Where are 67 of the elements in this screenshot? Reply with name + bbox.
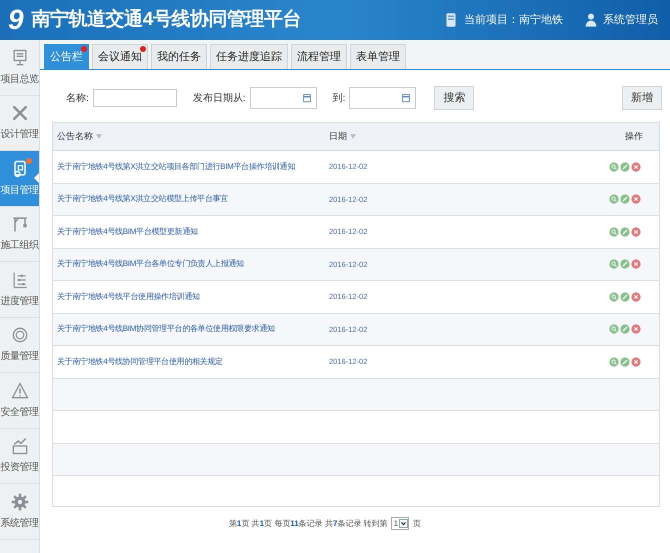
tab[interactable]: 公告栏 (44, 44, 89, 69)
delete-icon[interactable] (631, 259, 641, 270)
edit-icon[interactable] (620, 194, 630, 204)
view-icon[interactable] (609, 292, 619, 302)
calendar-icon (302, 93, 312, 103)
tab[interactable]: 流程管理 (291, 44, 347, 69)
delete-icon[interactable] (631, 194, 641, 204)
field-label: 发布日期从: (192, 92, 246, 106)
view-icon[interactable] (609, 356, 619, 367)
date-field[interactable] (250, 87, 317, 109)
page-label: 页 (413, 518, 422, 530)
edit-icon[interactable] (620, 356, 630, 367)
notice-link[interactable]: 关于南宁地铁4号线第X洪立交站模型上传平台事宜 (53, 193, 329, 206)
tab[interactable]: 任务进度追踪 (210, 44, 288, 69)
edit-icon[interactable] (620, 226, 630, 237)
pagination-summary: 第1页 共1页 每页11条记录 共7条记录 转到第 (228, 518, 388, 530)
logo: 9 (8, 6, 24, 34)
field-label: 名称: (66, 92, 89, 106)
user-icon (583, 11, 599, 29)
tab[interactable]: 表单管理 (350, 44, 406, 69)
calendar-icon (401, 93, 412, 103)
delete-icon[interactable] (631, 292, 641, 302)
settings-icon (10, 492, 30, 512)
notice-link[interactable]: 关于南宁地铁4号线平台使用操作培训通知 (53, 290, 329, 303)
caret-icon (400, 520, 408, 527)
view-icon[interactable] (609, 324, 619, 334)
delete-icon[interactable] (631, 226, 641, 237)
view-icon[interactable] (609, 226, 619, 237)
notice-link[interactable]: 关于南宁地铁4号线BIM平台模型更新通知 (53, 226, 329, 238)
edit-icon[interactable] (620, 324, 630, 334)
user-name[interactable]: 系统管理员 (603, 12, 658, 28)
page-select[interactable]: 1 (390, 517, 410, 530)
notice-link[interactable]: 关于南宁地铁4号线第X洪立交站项目各部门进行BIM平台操作培训通知 (53, 160, 329, 173)
sidebar-item[interactable]: 施工组织 (0, 206, 39, 262)
tab[interactable]: 会议通知 (92, 44, 148, 69)
chart-icon (10, 436, 30, 456)
sidebar-item[interactable]: 投资管理 (0, 428, 39, 484)
warning-icon (10, 380, 30, 401)
edit-icon[interactable] (620, 162, 630, 172)
sidebar-item[interactable]: 质量管理 (0, 318, 39, 373)
field-label: 到: (332, 92, 346, 106)
view-icon[interactable] (609, 259, 619, 270)
current-project: 当前项目：南宁地铁 (464, 12, 563, 28)
add-button[interactable]: 新增 (622, 86, 662, 110)
date-field[interactable] (349, 87, 416, 109)
sidebar-item[interactable]: 设计管理 (0, 96, 39, 151)
edit-icon[interactable] (620, 259, 630, 270)
column-header[interactable]: 操作 (625, 130, 643, 144)
notice-link[interactable]: 关于南宁地铁4号线BIM平台各单位专门负责人上报通知 (53, 258, 329, 270)
delete-icon[interactable] (631, 162, 641, 172)
sidebar-item[interactable]: 项目管理 (0, 151, 39, 206)
delete-icon[interactable] (631, 356, 641, 367)
notice-link[interactable]: 关于南宁地铁4号线BIM协同管理平台的各单位使用权限要求通知 (53, 323, 329, 336)
notice-link[interactable]: 关于南宁地铁4号线协同管理平台使用的相关规定 (53, 356, 329, 368)
search-button[interactable]: 搜索 (434, 86, 474, 110)
view-icon[interactable] (609, 162, 619, 172)
edit-icon[interactable] (620, 292, 630, 302)
column-header[interactable]: 公告名称 (57, 130, 93, 144)
app-title: 南宁轨道交通4号线协同管理平台 (32, 8, 302, 32)
delete-icon[interactable] (631, 324, 641, 334)
column-header[interactable]: 日期 (329, 130, 347, 144)
input-field[interactable] (92, 89, 177, 107)
view-icon[interactable] (609, 194, 619, 204)
sort-caret-icon[interactable] (350, 134, 356, 139)
tab[interactable]: 我的任务 (151, 44, 207, 69)
sort-caret-icon[interactable] (96, 134, 102, 139)
seal-icon (10, 325, 30, 346)
